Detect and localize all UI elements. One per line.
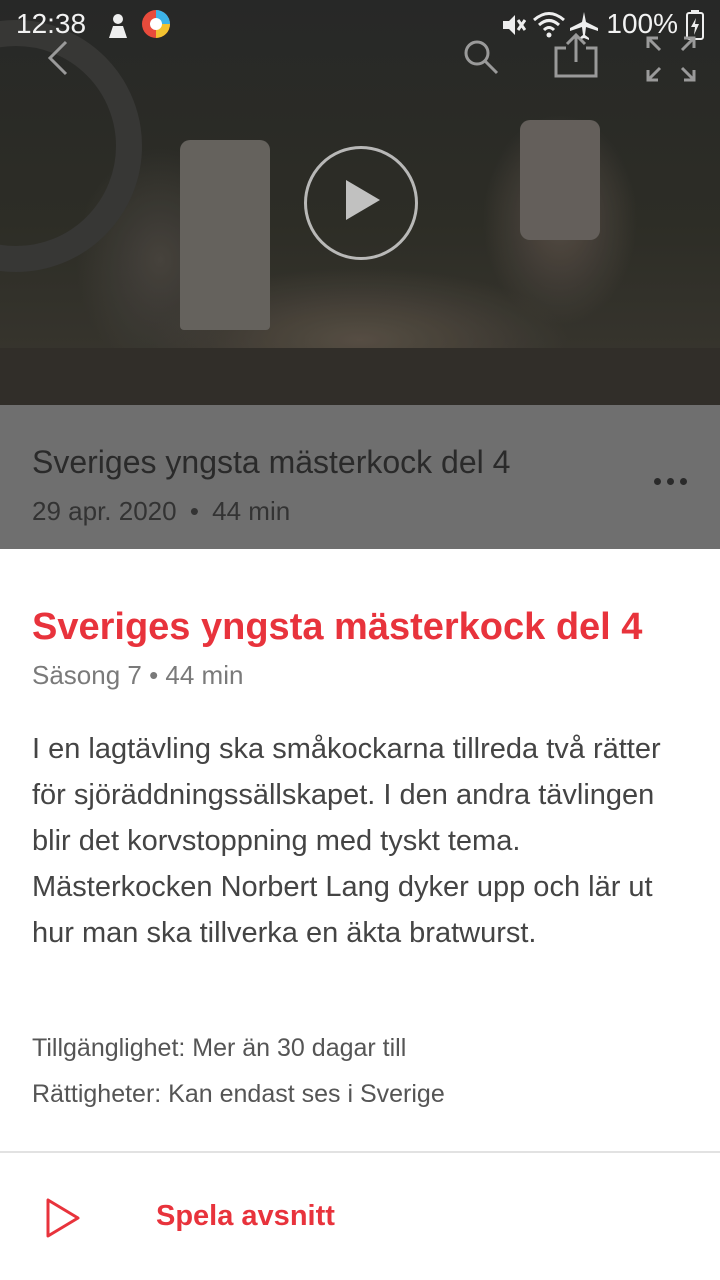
status-time: 12:38 bbox=[16, 8, 87, 39]
status-bar: 12:38 100% bbox=[0, 0, 720, 48]
hero-title: Sveriges yngsta mästerkock del 4 bbox=[32, 444, 511, 480]
hero-duration: 44 min bbox=[212, 496, 291, 526]
mute-icon bbox=[503, 15, 526, 35]
episode-rights: Rättigheter: Kan endast ses i Sverige bbox=[32, 1080, 445, 1108]
episode-subtitle: Säsong 7 • 44 min bbox=[32, 660, 244, 690]
hero-meta: 29 apr. 2020 • 44 min bbox=[32, 496, 290, 527]
search-icon[interactable] bbox=[462, 38, 500, 76]
play-icon bbox=[46, 1198, 80, 1238]
back-icon[interactable] bbox=[40, 38, 76, 78]
play-episode-button[interactable] bbox=[0, 1153, 720, 1280]
episode-title: Sveriges yngsta mästerkock del 4 bbox=[32, 606, 643, 648]
hero-separator: • bbox=[189, 496, 199, 526]
video-play-button[interactable] bbox=[304, 146, 418, 260]
notification-icon bbox=[109, 14, 127, 38]
episode-description: I en lagtävling ska småkockarna tillreda… bbox=[32, 733, 661, 949]
hero-date: 29 apr. 2020 bbox=[32, 496, 177, 526]
fullscreen-icon[interactable] bbox=[646, 36, 696, 82]
share-icon[interactable] bbox=[552, 32, 600, 78]
app-logo-icon bbox=[142, 10, 170, 38]
episode-availability: Tillgänglighet: Mer än 30 dagar till bbox=[32, 1034, 407, 1062]
more-options-icon[interactable] bbox=[648, 466, 692, 496]
play-episode-label: Spela avsnitt bbox=[156, 1200, 335, 1232]
play-icon bbox=[346, 180, 380, 220]
